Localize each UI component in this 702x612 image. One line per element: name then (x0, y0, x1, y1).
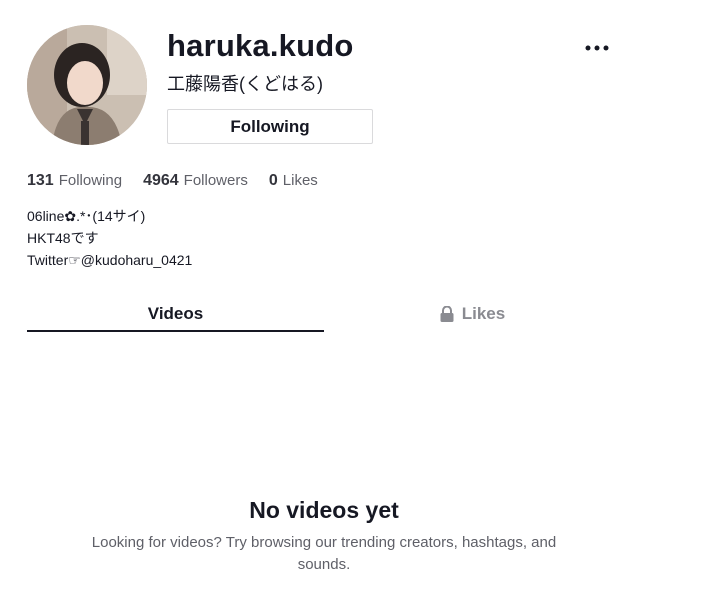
followers-label: Followers (183, 172, 248, 189)
profile-nickname: 工藤陽香(くどはる) (167, 74, 323, 94)
likes-count: 0 (268, 172, 278, 189)
more-options-button[interactable] (582, 38, 612, 58)
avatar-photo (27, 25, 147, 145)
following-label: Following (58, 172, 123, 189)
likes-label: Likes (282, 172, 318, 189)
lock-icon (440, 306, 454, 322)
profile-stats: 131 Following 4964 Followers 0 Likes (27, 172, 318, 190)
more-horizontal-icon (585, 45, 609, 51)
following-stat[interactable]: 131 Following (27, 172, 122, 190)
bio-line: HKT48です (27, 230, 99, 246)
following-count: 131 (27, 172, 54, 189)
bio-line: 06line✿.*･(14サイ) (27, 208, 146, 224)
empty-state-description: Looking for videos? Try browsing our tre… (91, 534, 557, 573)
likes-stat: 0 Likes (269, 172, 318, 190)
followers-count: 4964 (143, 172, 179, 189)
tab-videos-label: Videos (147, 304, 204, 323)
bio-line: Twitter☞@kudoharu_0421 (27, 252, 193, 268)
avatar[interactable] (27, 25, 147, 145)
tab-likes-label: Likes (461, 304, 506, 323)
followers-stat[interactable]: 4964 Followers (143, 172, 248, 190)
empty-state-title: No videos yet (249, 497, 399, 523)
profile-bio: 06line✿.*･(14サイ) HKT48です Twitter☞@kudoha… (27, 205, 192, 271)
following-button[interactable]: Following (167, 109, 373, 144)
profile-username: haruka.kudo (167, 28, 354, 63)
active-tab-indicator (27, 330, 324, 332)
tab-videos[interactable]: Videos (27, 295, 324, 333)
tab-likes[interactable]: Likes (324, 295, 621, 333)
